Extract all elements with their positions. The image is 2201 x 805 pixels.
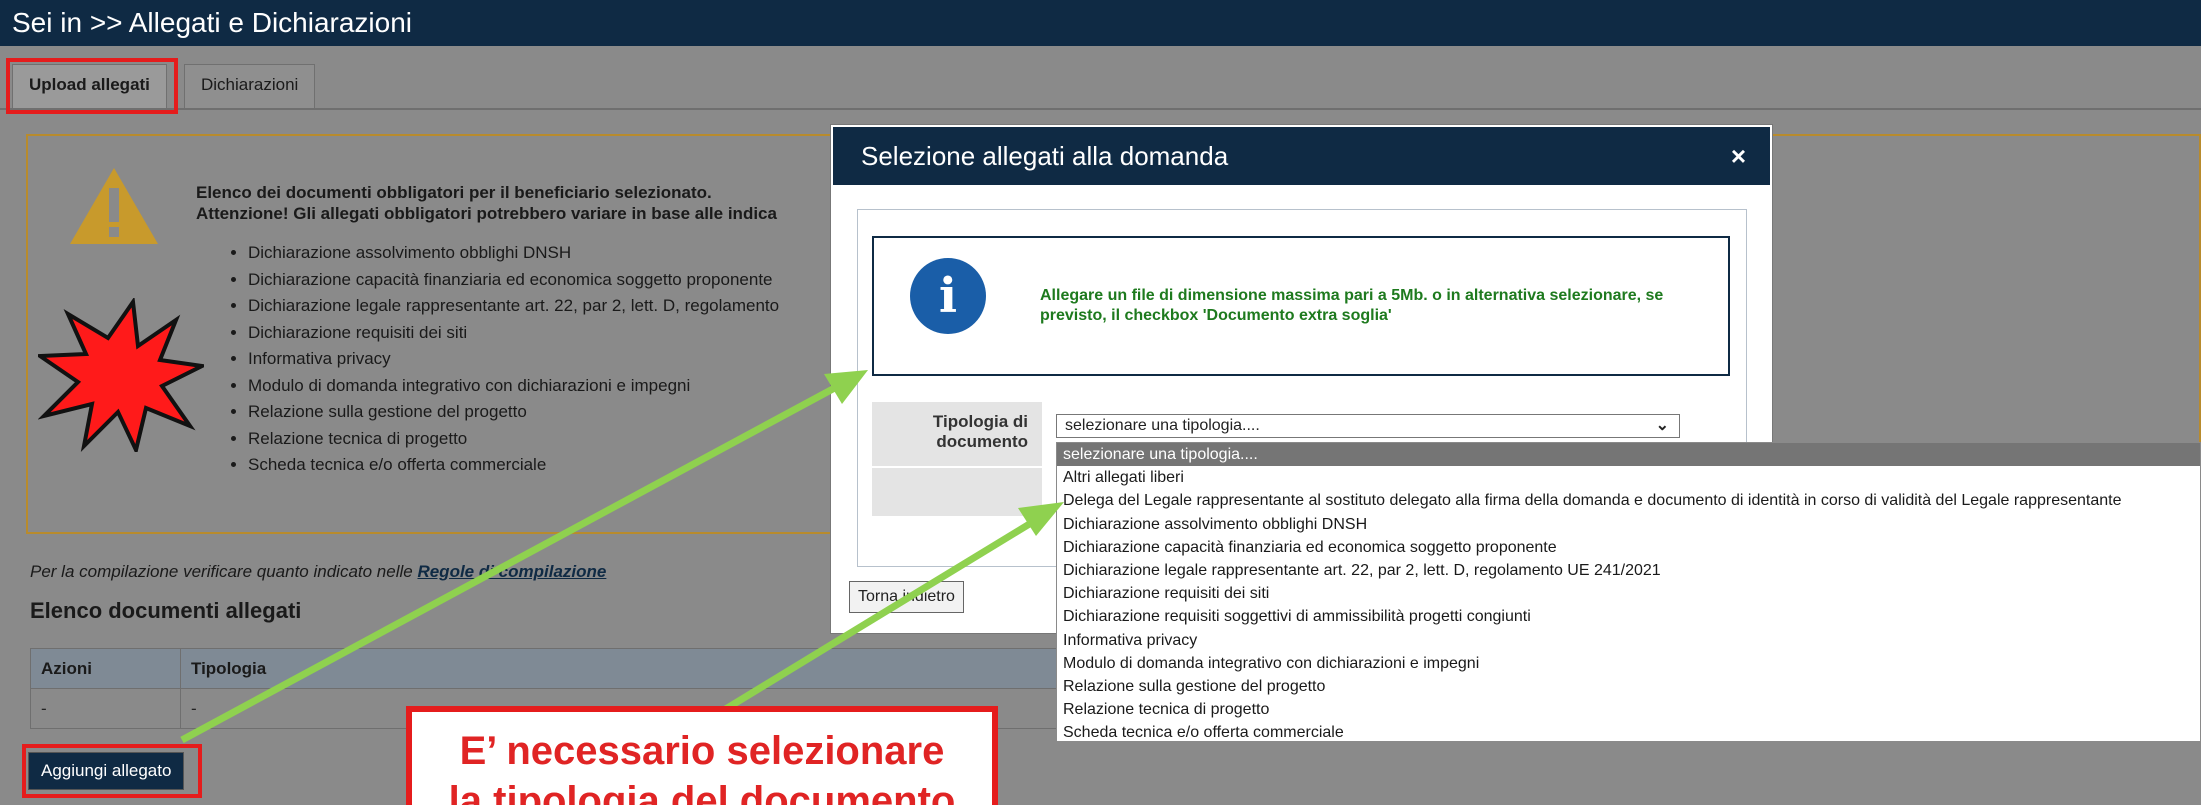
tab-bar: Upload allegati Dichiarazioni [0, 46, 2201, 110]
add-button-highlight [22, 744, 202, 798]
list-item: Relazione sulla gestione del progetto [248, 399, 779, 426]
list-item: Modulo di domanda integrativo con dichia… [248, 373, 779, 400]
info-message: Allegare un file di dimensione massima p… [1040, 287, 1664, 324]
chevron-down-icon: ⌄ [1655, 417, 1669, 434]
list-item: Informativa privacy [248, 346, 779, 373]
list-item: Dichiarazione legale rappresentante art.… [248, 293, 779, 320]
callout-line2: la tipologia del documento [448, 779, 956, 805]
compilation-rules-link[interactable]: Regole di compilazione [417, 562, 606, 581]
warning-title-line1: Elenco dei documenti obbligatori per il … [196, 183, 712, 202]
form-label-cell-empty [872, 468, 1042, 516]
modal-header: Selezione allegati alla domanda × [833, 127, 1770, 185]
upload-tab-highlight [6, 58, 178, 114]
modal-title: Selezione allegati alla domanda [861, 141, 1229, 171]
info-message-box: i Allegare un file di dimensione massima… [872, 236, 1730, 376]
dropdown-option[interactable]: Dichiarazione requisiti dei siti [1057, 582, 2200, 605]
dropdown-option[interactable]: selezionare una tipologia.... [1057, 443, 2200, 467]
dropdown-option[interactable]: Scheda tecnica e/o offerta commerciale [1057, 721, 2200, 741]
list-item: Dichiarazione requisiti dei siti [248, 320, 779, 347]
required-documents-list: Dichiarazione assolvimento obblighi DNSH… [228, 240, 779, 479]
page-title: Sei in >> Allegati e Dichiarazioni [0, 0, 2201, 46]
tab-dichiarazioni[interactable]: Dichiarazioni [184, 64, 316, 108]
dropdown-option[interactable]: Relazione sulla gestione del progetto [1057, 675, 2200, 698]
dropdown-option[interactable]: Dichiarazione capacità finanziaria ed ec… [1057, 536, 2200, 559]
column-header-azioni: Azioni [30, 648, 181, 689]
back-button[interactable]: Torna indietro [849, 581, 964, 613]
list-item: Scheda tecnica e/o offerta commerciale [248, 452, 779, 479]
dropdown-option[interactable]: Dichiarazione requisiti soggettivi di am… [1057, 605, 2200, 628]
compilation-note-text: Per la compilazione verificare quanto in… [30, 562, 418, 581]
close-icon[interactable]: × [1731, 143, 1746, 169]
compilation-note: Per la compilazione verificare quanto in… [30, 562, 606, 582]
explosion-burst-icon [38, 298, 204, 452]
document-type-label: Tipologia di documento [872, 402, 1042, 466]
documents-heading: Elenco documenti allegati [30, 598, 302, 623]
dropdown-option[interactable]: Modulo di domanda integrativo con dichia… [1057, 652, 2200, 675]
dropdown-option[interactable]: Dichiarazione assolvimento obblighi DNSH [1057, 513, 2200, 536]
list-item: Dichiarazione capacità finanziaria ed ec… [248, 267, 779, 294]
warning-title: Elenco dei documenti obbligatori per il … [196, 182, 777, 224]
table-cell: - [30, 688, 181, 729]
list-item: Dichiarazione assolvimento obblighi DNSH [248, 240, 779, 267]
instruction-callout: E’ necessario selezionare la tipologia d… [406, 706, 998, 805]
document-type-dropdown-list[interactable]: selezionare una tipologia.... Altri alle… [1056, 442, 2201, 742]
callout-line1: E’ necessario selezionare [459, 729, 945, 773]
dropdown-option[interactable]: Altri allegati liberi [1057, 466, 2200, 489]
list-item: Relazione tecnica di progetto [248, 426, 779, 453]
dropdown-option[interactable]: Delega del Legale rappresentante al sost… [1057, 489, 2200, 512]
document-type-select[interactable]: selezionare una tipologia.... ⌄ [1056, 414, 1680, 438]
dropdown-option[interactable]: Informativa privacy [1057, 629, 2200, 652]
dropdown-option[interactable]: Relazione tecnica di progetto [1057, 698, 2200, 721]
table-header-row: Azioni Tipologia [30, 648, 1230, 689]
warning-title-line2: Attenzione! Gli allegati obbligatori pot… [196, 204, 777, 223]
select-value: selezionare una tipologia.... [1065, 417, 1260, 434]
warning-triangle-icon [70, 168, 158, 244]
dropdown-option[interactable]: Dichiarazione legale rappresentante art.… [1057, 559, 2200, 582]
info-icon: i [910, 258, 986, 334]
